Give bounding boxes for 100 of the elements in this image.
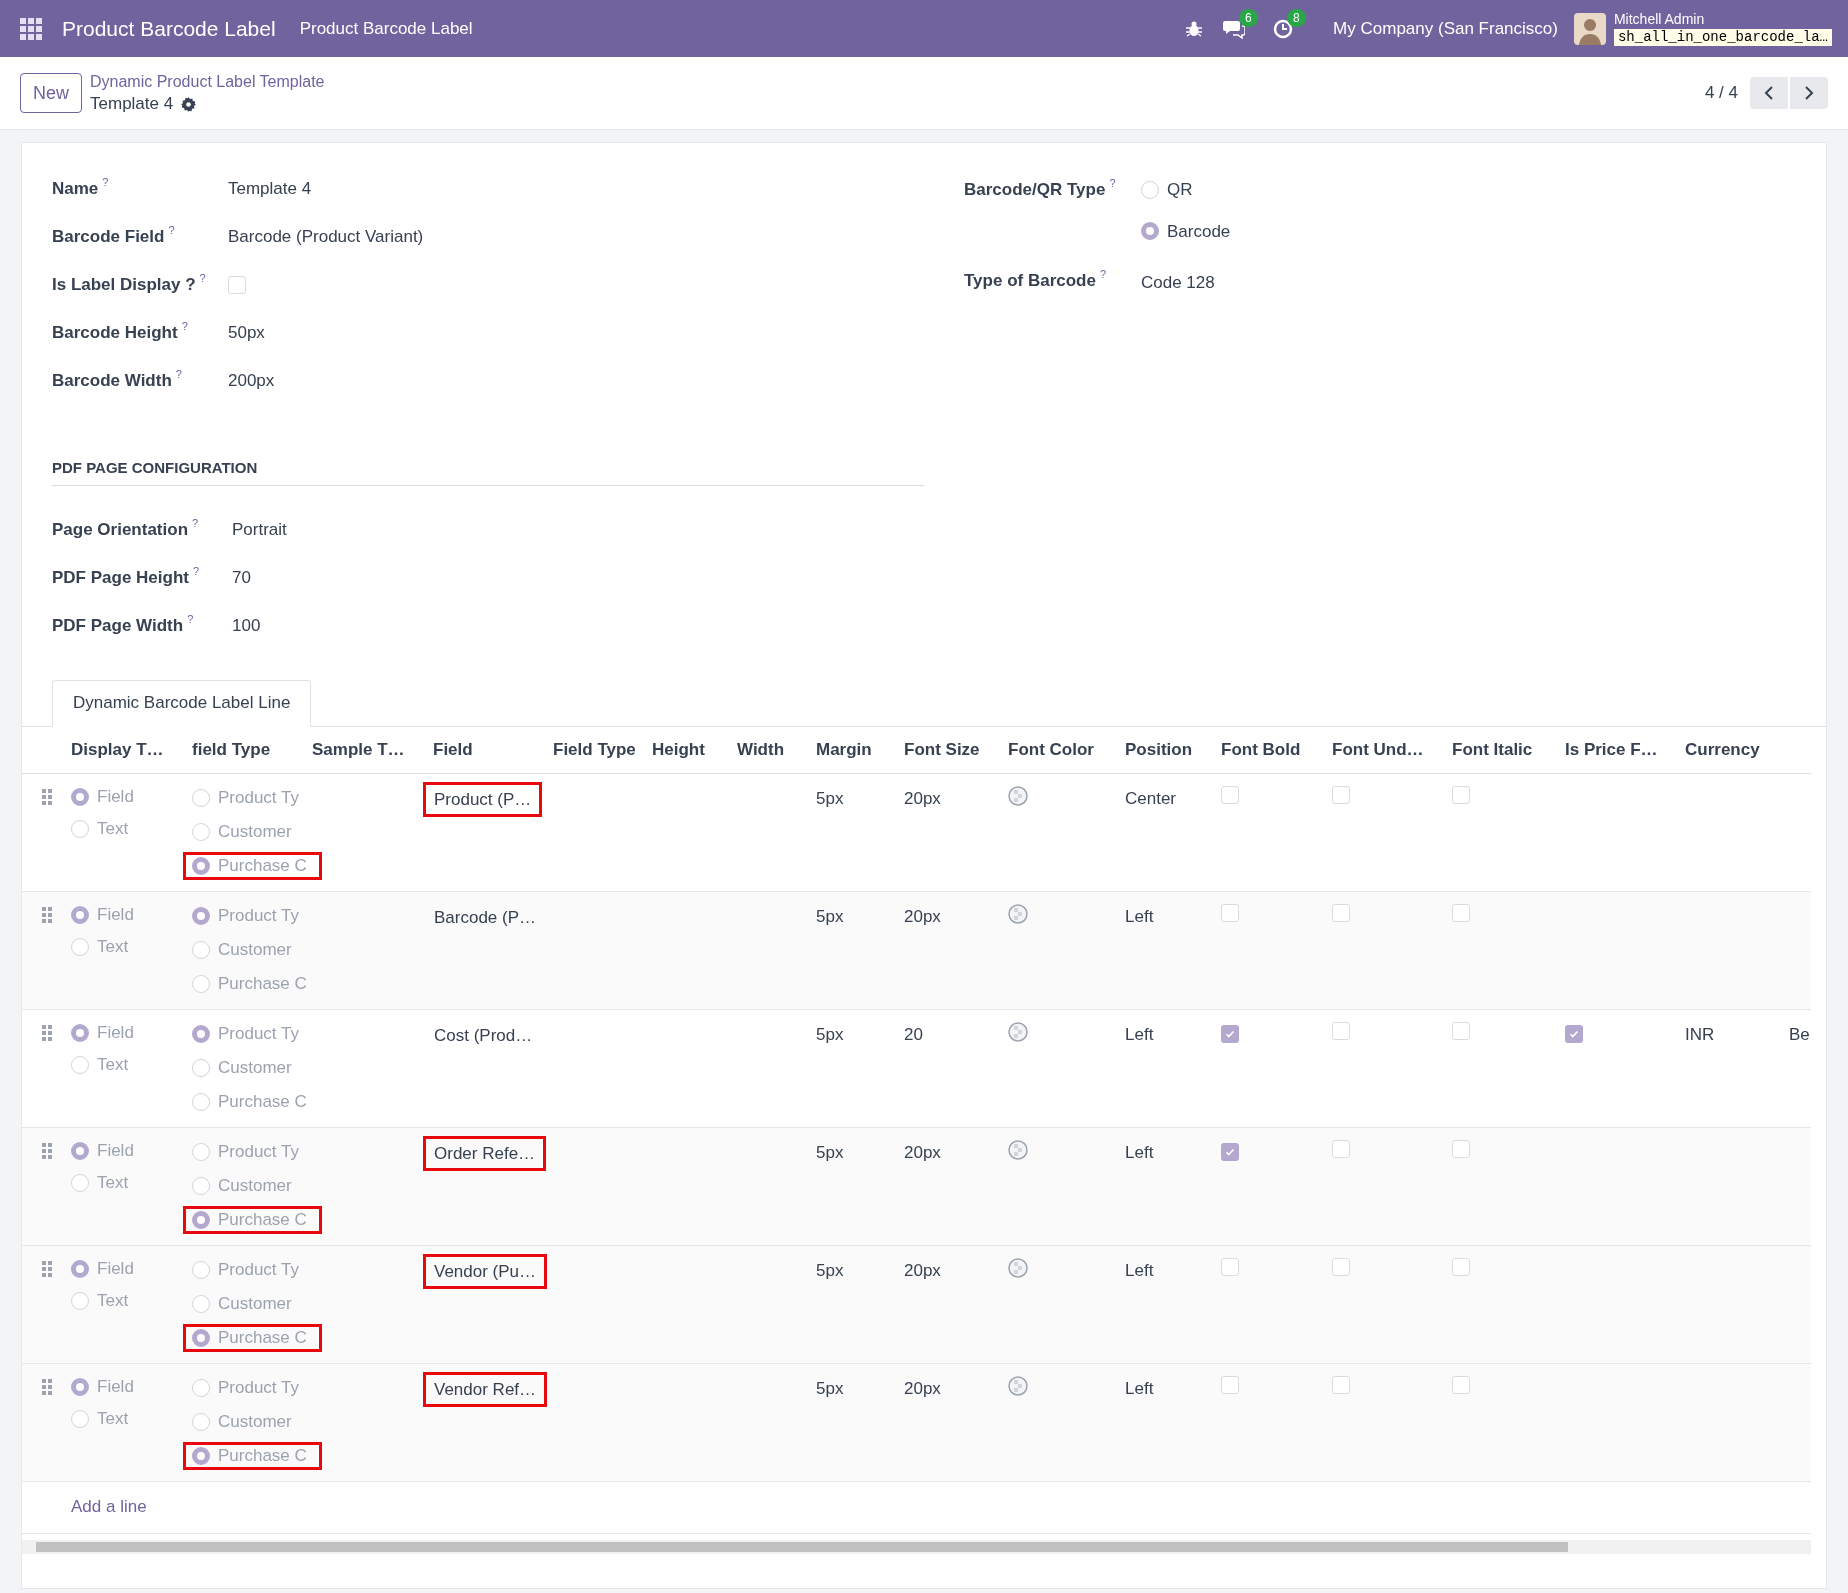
checkbox[interactable] xyxy=(1332,1139,1350,1158)
help-tooltip-mark[interactable]: ? xyxy=(168,224,175,237)
radio-label[interactable]: Barcode xyxy=(1167,218,1231,244)
radio-button[interactable] xyxy=(71,819,89,838)
checkbox[interactable] xyxy=(1452,1021,1470,1040)
color-picker-icon[interactable] xyxy=(1008,1257,1028,1278)
radio-button[interactable] xyxy=(1141,180,1159,199)
radio-button[interactable] xyxy=(71,1055,89,1074)
radio-button[interactable] xyxy=(71,937,89,956)
checkbox[interactable] xyxy=(1221,785,1239,804)
checkbox[interactable] xyxy=(1452,1257,1470,1276)
help-tooltip-mark[interactable]: ? xyxy=(1109,177,1116,189)
radio-button[interactable] xyxy=(71,787,89,806)
column-header[interactable]: Margin xyxy=(816,739,872,759)
add-line-link[interactable]: Add a line xyxy=(71,1494,147,1520)
app-title[interactable]: Product Barcode Label xyxy=(62,12,276,45)
checkbox[interactable] xyxy=(1221,1257,1239,1276)
help-tooltip-mark[interactable]: ? xyxy=(187,612,194,625)
radio-button[interactable] xyxy=(192,1024,210,1043)
column-header[interactable]: Font Bold xyxy=(1221,739,1301,759)
column-header[interactable]: Font Size xyxy=(904,739,980,759)
radio-button[interactable] xyxy=(192,974,210,993)
column-header[interactable]: Is Price F… xyxy=(1565,739,1658,759)
column-header[interactable]: Font Italic xyxy=(1452,739,1533,759)
checkbox[interactable] xyxy=(1221,1142,1239,1161)
checkbox[interactable] xyxy=(1452,903,1470,922)
checkbox[interactable] xyxy=(1332,903,1350,922)
color-picker-icon[interactable] xyxy=(1008,785,1028,806)
new-button[interactable]: New xyxy=(20,73,82,113)
radio-button[interactable] xyxy=(192,1260,210,1279)
radio-button[interactable] xyxy=(192,1210,210,1229)
field-value[interactable]: Code 128 xyxy=(1141,270,1215,296)
checkbox[interactable] xyxy=(1452,1139,1470,1158)
color-picker-icon[interactable] xyxy=(1008,1375,1028,1396)
field-value[interactable]: Portrait xyxy=(232,516,287,543)
radio-button[interactable] xyxy=(71,1023,89,1042)
radio-button[interactable] xyxy=(192,1142,210,1161)
help-tooltip-mark[interactable]: ? xyxy=(181,320,188,333)
field-value[interactable]: 50px xyxy=(228,320,265,346)
checkbox[interactable] xyxy=(1221,1024,1239,1043)
field-value[interactable]: 100 xyxy=(232,612,261,639)
help-tooltip-mark[interactable]: ? xyxy=(1099,268,1107,280)
bug-icon[interactable] xyxy=(1185,19,1204,38)
radio-button[interactable] xyxy=(192,940,210,959)
help-tooltip-mark[interactable]: ? xyxy=(192,516,199,529)
color-picker-icon[interactable] xyxy=(1008,1139,1028,1160)
radio-button[interactable] xyxy=(192,822,210,841)
radio-button[interactable] xyxy=(192,1176,210,1195)
column-header[interactable]: Field Type xyxy=(553,739,636,759)
radio-button[interactable] xyxy=(192,856,210,875)
radio-button[interactable] xyxy=(71,1377,89,1396)
notebook-tab[interactable]: Dynamic Barcode Label Line xyxy=(52,679,312,727)
color-picker-icon[interactable] xyxy=(1008,903,1028,924)
checkbox[interactable] xyxy=(1332,785,1350,804)
clock-icon[interactable] xyxy=(1273,18,1294,39)
radio-button[interactable] xyxy=(192,1058,210,1077)
radio-button[interactable] xyxy=(192,1294,210,1313)
company-switcher[interactable]: My Company (San Francisco) xyxy=(1333,15,1558,42)
radio-button[interactable] xyxy=(192,1328,210,1347)
field-value[interactable]: Barcode (Product Variant) xyxy=(228,224,424,250)
color-picker-icon[interactable] xyxy=(1008,1021,1028,1042)
avatar-silhouette[interactable] xyxy=(1573,12,1606,45)
radio-button[interactable] xyxy=(71,1141,89,1160)
user-name[interactable]: Mitchell Admin xyxy=(1613,11,1832,29)
field-value[interactable]: 70 xyxy=(232,564,251,591)
column-header[interactable]: Width xyxy=(737,739,785,759)
chat-icon[interactable] xyxy=(1223,18,1246,39)
checkbox[interactable] xyxy=(1565,1024,1583,1043)
checkbox[interactable] xyxy=(1332,1257,1350,1276)
radio-button[interactable] xyxy=(192,788,210,807)
settings-icon[interactable] xyxy=(181,96,197,112)
previous-button[interactable] xyxy=(1750,77,1788,109)
column-header[interactable]: Currency xyxy=(1685,739,1760,759)
column-header[interactable]: Display T… xyxy=(71,739,164,759)
radio-button[interactable] xyxy=(71,1291,89,1310)
drag-handle-icon[interactable] xyxy=(41,906,52,923)
radio-button[interactable] xyxy=(192,906,210,925)
checkbox[interactable] xyxy=(1452,785,1470,804)
column-header[interactable]: Position xyxy=(1125,739,1193,759)
apps-grid-icon[interactable] xyxy=(20,17,42,40)
column-header[interactable]: Field xyxy=(433,739,473,759)
field-value[interactable]: Template 4 xyxy=(228,176,312,202)
drag-handle-icon[interactable] xyxy=(41,1378,52,1395)
drag-handle-icon[interactable] xyxy=(41,1142,52,1159)
column-header[interactable]: Height xyxy=(652,739,705,759)
horizontal-scrollbar[interactable] xyxy=(22,1539,1811,1554)
checkbox[interactable] xyxy=(1221,1375,1239,1394)
column-header[interactable]: field Type xyxy=(192,739,271,759)
help-tooltip-mark[interactable]: ? xyxy=(199,272,206,285)
checkbox[interactable] xyxy=(1332,1375,1350,1394)
checkbox[interactable] xyxy=(1452,1375,1470,1394)
pager-value[interactable]: 4 / 4 xyxy=(1704,80,1738,106)
radio-button[interactable] xyxy=(192,1412,210,1431)
help-tooltip-mark[interactable]: ? xyxy=(192,564,200,577)
next-button[interactable] xyxy=(1790,77,1828,109)
drag-handle-icon[interactable] xyxy=(41,1260,52,1277)
radio-button[interactable] xyxy=(71,1173,89,1192)
radio-button[interactable] xyxy=(192,1092,210,1111)
radio-button[interactable] xyxy=(71,1409,89,1428)
drag-handle-icon[interactable] xyxy=(41,1024,52,1041)
